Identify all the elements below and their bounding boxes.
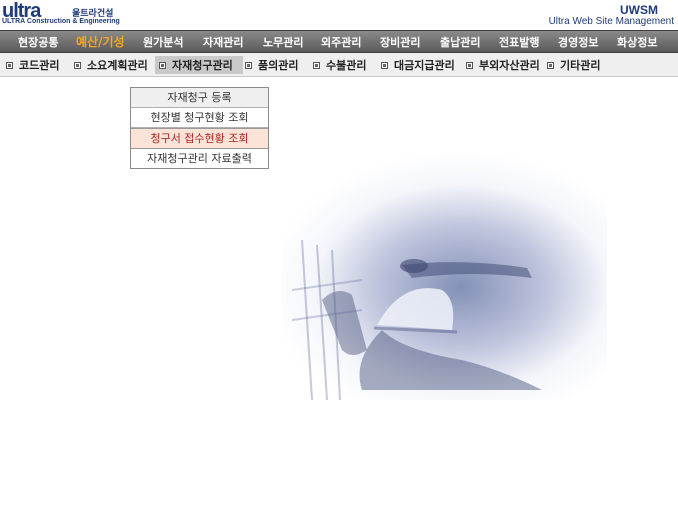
bullet-icon bbox=[74, 61, 81, 69]
brand-short: UWSM bbox=[620, 3, 658, 17]
bullet-icon bbox=[547, 61, 554, 69]
sub-nav-label: 부외자산관리 bbox=[479, 59, 540, 72]
main-nav-item-equipment[interactable]: 장비관리 bbox=[380, 34, 420, 50]
sub-nav-label: 수불관리 bbox=[326, 59, 367, 72]
site-brand: UWSM Ultra Web Site Management bbox=[549, 4, 674, 28]
main-nav: 현장공통 예산/기성 원가분석 자재관리 노무관리 외주관리 장비관리 출납관리… bbox=[0, 30, 678, 53]
sub-nav-item-etc[interactable]: 기타관리 bbox=[547, 57, 600, 73]
sub-nav-label: 코드관리 bbox=[19, 59, 60, 72]
sub-nav-label: 기타관리 bbox=[560, 59, 601, 72]
material-request-dropdown: 자재청구 등록 현장별 청구현황 조회 청구서 접수현황 조회 자재청구관리 자… bbox=[130, 87, 269, 169]
main-nav-item-budget[interactable]: 예산/기성 bbox=[76, 33, 125, 50]
dropdown-item-site-status[interactable]: 현장별 청구현황 조회 bbox=[131, 108, 268, 128]
main-nav-item-outsourcing[interactable]: 외주관리 bbox=[321, 34, 361, 50]
sub-nav-item-code[interactable]: 코드관리 bbox=[6, 57, 59, 73]
sub-nav-item-approval[interactable]: 품의관리 bbox=[245, 57, 298, 73]
main-nav-item-management-info[interactable]: 경영정보 bbox=[558, 34, 598, 50]
bullet-icon bbox=[313, 61, 320, 69]
bullet-icon bbox=[381, 61, 388, 69]
construction-worker-image bbox=[282, 150, 607, 400]
main-nav-item-site-common[interactable]: 현장공통 bbox=[18, 34, 58, 50]
sub-nav-item-requirement-plan[interactable]: 소요계획관리 bbox=[74, 57, 148, 73]
sub-nav-label: 소요계획관리 bbox=[87, 59, 148, 72]
main-nav-item-video-info[interactable]: 화상정보 bbox=[617, 34, 657, 50]
brand-full: Ultra Web Site Management bbox=[548, 16, 674, 27]
sub-nav-item-off-book-assets[interactable]: 부외자산관리 bbox=[466, 57, 540, 73]
main-nav-item-treasury[interactable]: 출납관리 bbox=[440, 34, 480, 50]
bullet-icon bbox=[245, 61, 252, 69]
sub-nav-label: 자재청구관리 bbox=[172, 59, 233, 72]
main-nav-item-voucher[interactable]: 전표발행 bbox=[499, 34, 539, 50]
dropdown-item-receipt-status[interactable]: 청구서 접수현황 조회 bbox=[131, 128, 268, 149]
sub-nav-item-material-request[interactable]: 자재청구관리 bbox=[155, 56, 243, 74]
sub-nav: 코드관리 소요계획관리 자재청구관리 품의관리 수불관리 대금지급관리 부외자산… bbox=[0, 53, 678, 77]
dropdown-item-register[interactable]: 자재청구 등록 bbox=[131, 88, 268, 108]
ultra-logo[interactable]: ultra 울트라건설 ULTRA Construction & Enginee… bbox=[2, 1, 130, 28]
bullet-icon bbox=[466, 61, 473, 69]
main-nav-item-material[interactable]: 자재관리 bbox=[203, 34, 243, 50]
logo-subtitle: ULTRA Construction & Engineering bbox=[2, 18, 120, 25]
bullet-icon bbox=[159, 61, 166, 69]
worker-illustration bbox=[291, 239, 542, 400]
main-nav-item-labor[interactable]: 노무관리 bbox=[263, 34, 303, 50]
sub-nav-item-inventory[interactable]: 수불관리 bbox=[313, 57, 366, 73]
bullet-icon bbox=[6, 61, 13, 69]
sub-nav-label: 품의관리 bbox=[258, 59, 299, 72]
sub-nav-label: 대금지급관리 bbox=[394, 59, 455, 72]
main-nav-item-cost-analysis[interactable]: 원가분석 bbox=[143, 34, 183, 50]
sub-nav-item-payment[interactable]: 대금지급관리 bbox=[381, 57, 455, 73]
header: ultra 울트라건설 ULTRA Construction & Enginee… bbox=[0, 0, 678, 30]
dropdown-item-print[interactable]: 자재청구관리 자료출력 bbox=[131, 149, 268, 168]
